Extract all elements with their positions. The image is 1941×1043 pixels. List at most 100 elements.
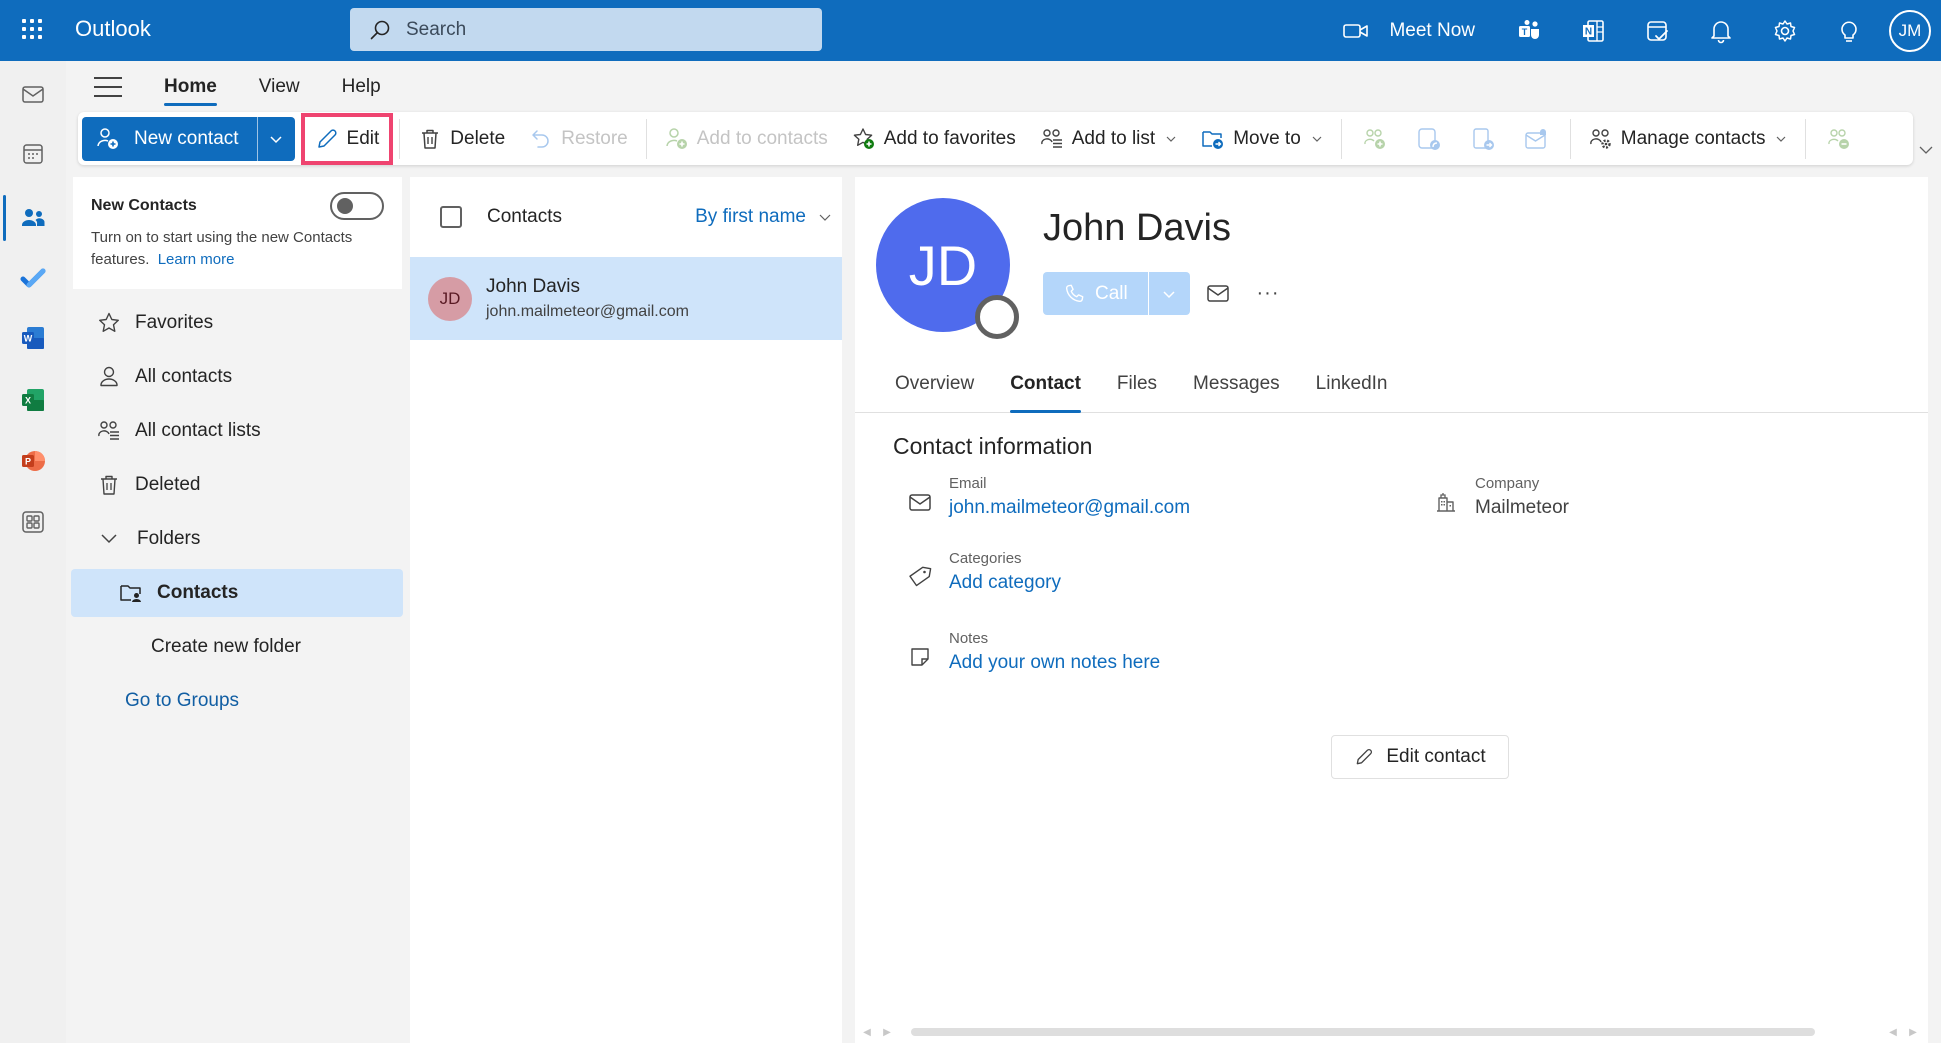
scroll-left-arrow-icon[interactable]: ◀ — [861, 1025, 873, 1039]
rail-todo[interactable] — [0, 253, 66, 303]
rail-excel[interactable]: X — [0, 375, 66, 425]
contact-detail-pane: JD John Davis Call ··· Overview Contact … — [855, 177, 1928, 1043]
search-icon — [370, 20, 390, 39]
email-alert-button[interactable] — [1510, 117, 1564, 161]
tab-help[interactable]: Help — [342, 62, 381, 112]
add-to-group-button[interactable] — [1348, 117, 1402, 161]
separator — [645, 118, 647, 159]
app-title[interactable]: Outlook — [75, 16, 151, 42]
call-label: Call — [1095, 282, 1128, 304]
manage-contacts-button[interactable]: Manage contacts — [1577, 117, 1800, 161]
add-to-list-button[interactable]: Add to list — [1028, 117, 1189, 161]
learn-more-link[interactable]: Learn more — [158, 251, 235, 268]
contact-list-icon — [1040, 128, 1062, 148]
tab-messages[interactable]: Messages — [1193, 355, 1280, 413]
tab-overview[interactable]: Overview — [895, 355, 974, 413]
move-to-button[interactable]: Move to — [1189, 117, 1335, 161]
remove-from-group-button[interactable] — [1812, 117, 1866, 161]
tab-home[interactable]: Home — [164, 62, 217, 112]
new-contact-split-button: New contact — [82, 116, 295, 161]
share-contact-button[interactable] — [1402, 117, 1456, 161]
tab-linkedin[interactable]: LinkedIn — [1316, 355, 1388, 413]
contact-list-item[interactable]: JD John Davis john.mailmeteor@gmail.com — [410, 257, 842, 340]
vertical-scroll-track[interactable] — [1928, 177, 1941, 1043]
send-email-icon[interactable] — [1205, 280, 1231, 306]
call-button[interactable]: Call — [1043, 272, 1148, 315]
edit-button[interactable]: Edit — [300, 112, 394, 165]
rail-calendar[interactable] — [0, 129, 66, 179]
my-day-button[interactable] — [1625, 0, 1689, 61]
nav-favorites[interactable]: Favorites — [73, 296, 403, 350]
teams-button[interactable]: T — [1497, 0, 1561, 61]
tab-files[interactable]: Files — [1117, 355, 1157, 413]
building-icon — [1437, 493, 1455, 512]
nav-contacts-folder[interactable]: Contacts — [71, 569, 403, 617]
new-contact-label: New contact — [134, 127, 239, 149]
manage-contacts-label: Manage contacts — [1620, 127, 1766, 149]
rail-mail[interactable] — [0, 69, 66, 119]
rail-powerpoint[interactable]: P — [0, 436, 66, 486]
delete-button[interactable]: Delete — [406, 117, 517, 161]
new-contacts-toggle[interactable] — [330, 192, 384, 220]
nav-deleted[interactable]: Deleted — [73, 458, 403, 512]
horizontal-scrollbar[interactable]: ◀ ▶ ◀ ▶ — [855, 1025, 1928, 1039]
scroll-right-arrow-icon[interactable]: ▶ — [881, 1025, 893, 1039]
lightbulb-icon — [1841, 21, 1857, 42]
app-launcher-icon[interactable] — [20, 17, 44, 41]
notifications-button[interactable] — [1689, 0, 1753, 61]
nav-all-contact-lists[interactable]: All contact lists — [73, 404, 403, 458]
edit-contact-button[interactable]: Edit contact — [1331, 735, 1509, 779]
nav-folders-label: Folders — [137, 528, 201, 549]
add-category-link[interactable]: Add category — [949, 572, 1061, 594]
trash-icon — [422, 129, 439, 149]
create-new-folder-button[interactable]: Create new folder — [73, 620, 403, 674]
note-icon — [911, 648, 929, 666]
rail-more-apps[interactable] — [0, 497, 66, 547]
rail-people[interactable] — [0, 193, 66, 243]
add-notes-link[interactable]: Add your own notes here — [949, 652, 1160, 674]
scroll-left-arrow-icon[interactable]: ◀ — [1887, 1025, 1899, 1039]
nav-all-contacts[interactable]: All contacts — [73, 350, 403, 404]
add-to-list-label: Add to list — [1071, 127, 1156, 149]
user-avatar[interactable]: JM — [1889, 9, 1931, 52]
search-input[interactable]: Search — [350, 8, 822, 51]
phone-icon — [1065, 284, 1084, 302]
star-icon — [99, 312, 119, 332]
apps-grid-icon — [22, 511, 44, 533]
more-options-icon[interactable]: ··· — [1255, 280, 1281, 306]
nav-all-contacts-label: All contacts — [135, 366, 233, 387]
top-bar: Outlook Search Meet Now T N JM — [0, 0, 1941, 61]
move-to-label: Move to — [1233, 127, 1301, 149]
contact-information-heading: Contact information — [893, 433, 1093, 459]
restore-button[interactable]: Restore — [517, 117, 640, 161]
forward-contact-button[interactable] — [1456, 117, 1510, 161]
meet-now-button[interactable]: Meet Now — [1343, 20, 1475, 42]
onenote-button[interactable]: N — [1561, 0, 1625, 61]
add-to-favorites-button[interactable]: Add to favorites — [840, 117, 1028, 161]
contacts-folder-icon — [120, 585, 141, 602]
tips-button[interactable] — [1817, 0, 1881, 61]
sort-dropdown[interactable]: By first name — [695, 206, 832, 228]
select-all-checkbox[interactable] — [440, 206, 462, 228]
hamburger-menu-icon[interactable] — [94, 77, 122, 97]
tab-contact[interactable]: Contact — [1010, 355, 1081, 413]
ribbon-expand-chevron-icon[interactable] — [1916, 140, 1936, 160]
tab-view[interactable]: View — [259, 62, 300, 112]
go-to-groups-link[interactable]: Go to Groups — [73, 674, 403, 728]
add-to-contacts-button[interactable]: Add to contacts — [653, 117, 840, 161]
scrollbar-thumb[interactable] — [911, 1028, 1815, 1036]
new-contact-dropdown[interactable] — [256, 116, 295, 161]
email-link[interactable]: john.mailmeteor@gmail.com — [949, 497, 1190, 519]
video-camera-icon — [1343, 23, 1369, 38]
rail-word[interactable]: W — [0, 313, 66, 363]
scroll-right-arrow-icon[interactable]: ▶ — [1907, 1025, 1919, 1039]
new-contacts-card: New Contacts Turn on to start using the … — [73, 177, 402, 289]
sort-label: By first name — [695, 206, 806, 227]
contact-email: john.mailmeteor@gmail.com — [486, 303, 689, 320]
svg-text:T: T — [1522, 27, 1528, 37]
settings-button[interactable] — [1753, 0, 1817, 61]
new-contact-button[interactable]: New contact — [82, 117, 257, 161]
call-dropdown[interactable] — [1147, 272, 1190, 315]
add-to-favorites-label: Add to favorites — [883, 127, 1016, 149]
nav-folders-toggle[interactable]: Folders — [73, 512, 403, 566]
